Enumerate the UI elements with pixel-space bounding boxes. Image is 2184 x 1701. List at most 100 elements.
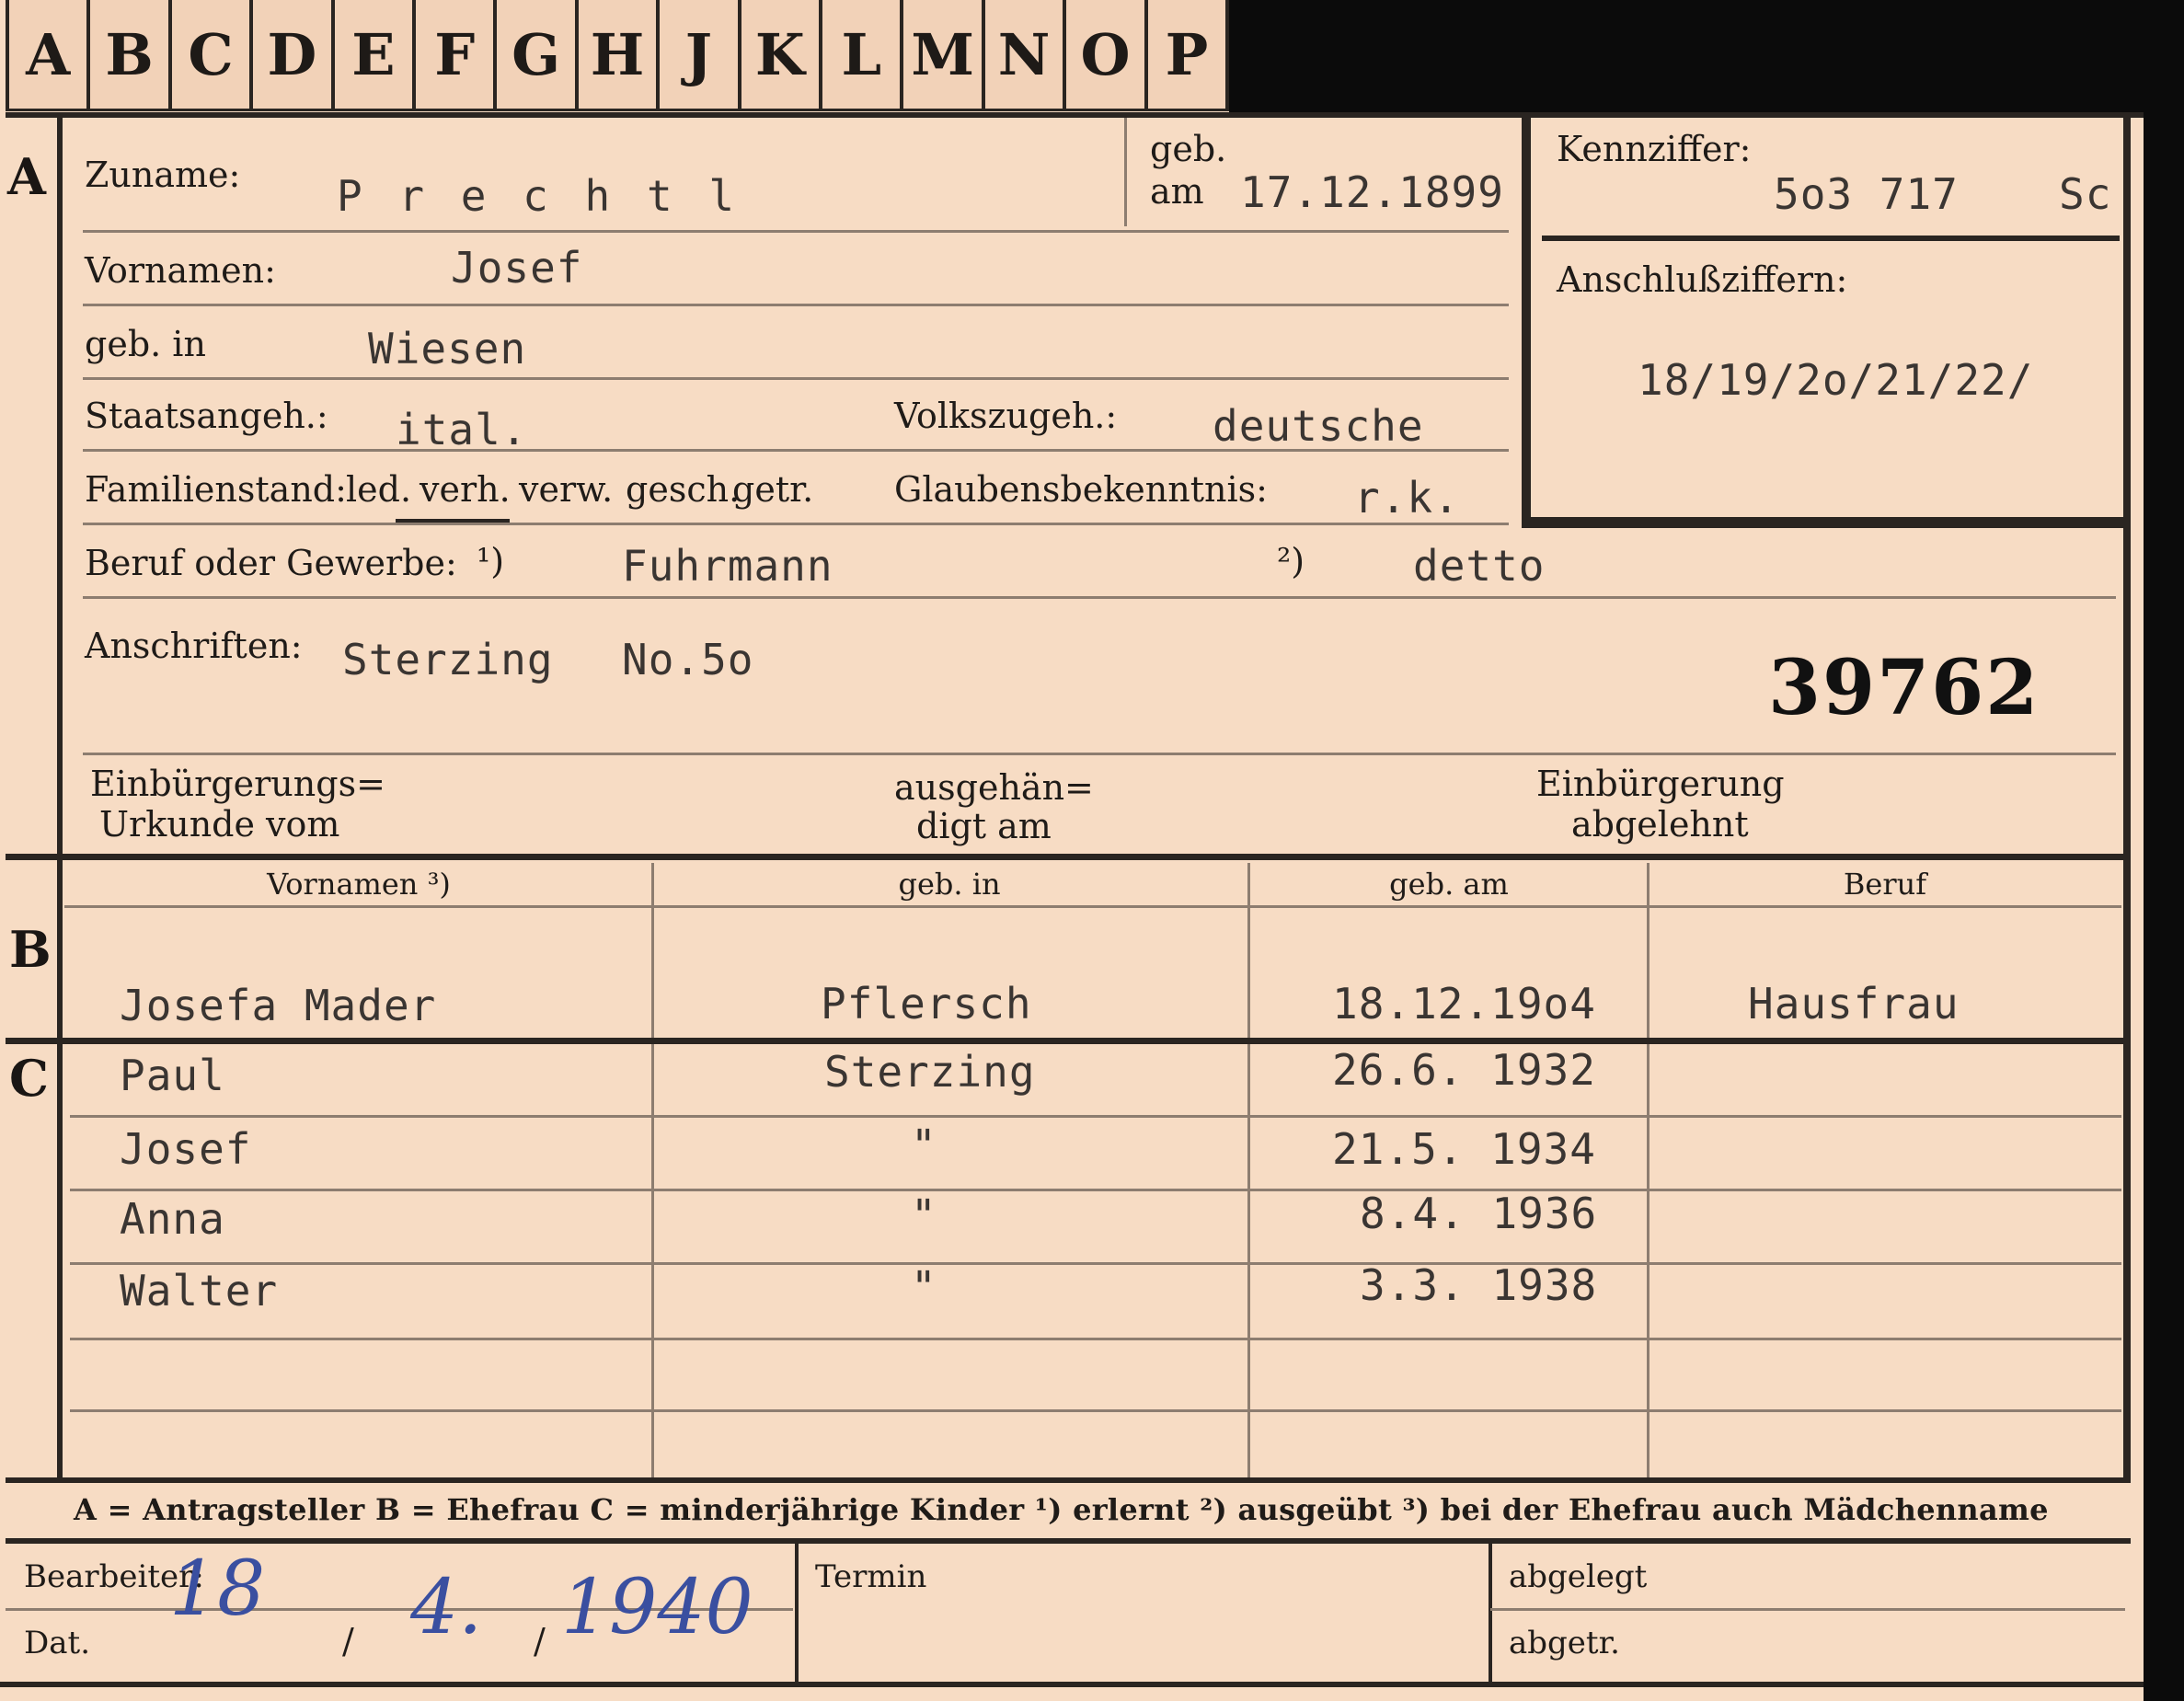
stamp-number: 39762 (1768, 644, 2040, 732)
header-underline (64, 905, 2121, 908)
bottom-rule (0, 1682, 2144, 1687)
handed-label-line1: ausgehän= (894, 767, 1094, 808)
column-header-birthplace: geb. in (898, 867, 1001, 902)
child-birthdate: 3.3. 1938 (1360, 1260, 1598, 1310)
id-box-left-border (1522, 118, 1531, 528)
child-birthplace: " (911, 1121, 937, 1170)
id-number: 5o3 717 (1774, 169, 1959, 219)
naturalization-label-line1: Einbürgerungs= (90, 764, 385, 804)
address-value: Sterzing (342, 635, 554, 684)
index-tab-h[interactable]: H (578, 0, 661, 111)
column-header-birthdate: geb. am (1389, 867, 1509, 902)
index-tab-g[interactable]: G (497, 0, 579, 111)
column-header-first-names: Vornamen ³) (267, 867, 451, 902)
legend-bottom-rule (6, 1538, 2131, 1544)
index-tab-f[interactable]: F (416, 0, 498, 111)
born-label-line1: geb. (1150, 129, 1227, 169)
naturalization-label-line2: Urkunde vom (99, 804, 340, 845)
legend-top-rule (6, 1477, 2131, 1483)
child-name: Anna (120, 1194, 225, 1244)
birthdate-divider (1124, 118, 1127, 226)
birthplace-value: Wiesen (368, 324, 527, 374)
row-line (83, 377, 1509, 380)
attach-numbers: 18/19/2o/21/22/ (1638, 355, 2034, 405)
index-tab-e[interactable]: E (334, 0, 417, 111)
marital-option-verwitwet: verw. (519, 469, 614, 510)
refused-label-line1: Einbürgerung (1536, 764, 1785, 804)
deadline-label: Termin (815, 1558, 927, 1595)
index-tab-d[interactable]: D (253, 0, 335, 111)
address-number: No.5o (622, 635, 754, 684)
id-suffix: Sc (2059, 169, 2112, 219)
footer-column-divider (795, 1544, 799, 1682)
child-name: Walter (120, 1266, 279, 1316)
spouse-name: Josefa Mader (120, 981, 437, 1030)
child-birthdate: 8.4. 1936 (1360, 1189, 1598, 1238)
child-name: Josef (120, 1124, 252, 1174)
row-line (70, 1338, 2121, 1340)
id-box-bottom-border (1522, 517, 2125, 528)
row-line (83, 230, 1509, 233)
column-divider (1247, 863, 1250, 1477)
row-line (70, 1189, 2121, 1191)
section-c-top-rule (6, 1038, 2131, 1044)
child-birthplace: Sterzing (824, 1047, 1036, 1097)
religion-value: r.k. (1354, 473, 1460, 523)
marital-option-verheiratet: verh. (420, 469, 511, 510)
marital-option-ledig: led. (346, 469, 412, 510)
section-b-letter: B (9, 920, 52, 979)
spouse-occupation: Hausfrau (1748, 979, 1960, 1029)
index-tab-p[interactable]: P (1147, 0, 1230, 111)
address-label: Anschriften: (85, 626, 303, 666)
index-tab-m[interactable]: M (903, 0, 985, 111)
occupation-learned-value: Fuhrmann (622, 541, 833, 591)
religion-label: Glaubensbekenntnis: (894, 469, 1268, 510)
column-divider (1647, 863, 1649, 1477)
footer-column-divider (1489, 1544, 1492, 1682)
index-tab-b[interactable]: B (90, 0, 172, 111)
row-line (70, 1409, 2121, 1412)
index-tab-a[interactable]: A (6, 0, 91, 111)
section-a-letter: A (7, 147, 46, 206)
refused-label-line2: abgelehnt (1571, 804, 1749, 845)
occupation-label: Beruf oder Gewerbe: (85, 543, 457, 583)
child-birthdate: 26.6. 1932 (1332, 1045, 1596, 1095)
row-line (83, 304, 1509, 306)
index-tab-o[interactable]: O (1066, 0, 1148, 111)
born-label-line2: am (1150, 171, 1204, 212)
section-b-top-rule (6, 854, 2131, 860)
note2-mark: ²) (1277, 541, 1305, 581)
surname-value: P r e c h t l (337, 171, 741, 221)
top-rule (6, 112, 2144, 118)
index-tab-j[interactable]: J (660, 0, 741, 111)
ethnicity-value: deutsche (1213, 401, 1424, 451)
marital-option-getrennt: getr. (732, 469, 814, 510)
row-line (70, 1115, 2121, 1118)
filed-label: abgelegt (1509, 1558, 1648, 1595)
citizenship-value: ital. (396, 405, 528, 454)
child-birthplace: " (911, 1262, 937, 1312)
first-names-value: Josef (451, 243, 583, 293)
index-tab-c[interactable]: C (171, 0, 254, 111)
spouse-birthplace: Pflersch (821, 979, 1032, 1029)
surname-label: Zuname: (85, 155, 241, 195)
handwritten-day: 18 (169, 1546, 266, 1633)
birthplace-label: geb. in (85, 324, 206, 364)
child-name: Paul (120, 1051, 225, 1100)
detached-label: abgetr. (1509, 1625, 1620, 1661)
handwritten-year: 1940 (561, 1564, 753, 1651)
handwritten-month: 4. (410, 1564, 483, 1651)
first-names-label: Vornamen: (85, 250, 276, 291)
child-birthdate: 21.5. 1934 (1332, 1124, 1596, 1174)
row-line (83, 596, 2116, 599)
handed-label-line2: digt am (916, 806, 1052, 846)
footer-divider (1490, 1608, 2125, 1611)
section-c-letter: C (9, 1049, 49, 1108)
marital-selected-underline (396, 519, 510, 523)
right-border (2123, 118, 2131, 1479)
index-tab-n[interactable]: N (984, 0, 1067, 111)
marital-option-geschieden: gesch. (626, 469, 741, 510)
note1-mark: ¹) (477, 541, 505, 581)
index-tab-l[interactable]: L (822, 0, 904, 111)
index-tab-k[interactable]: K (741, 0, 823, 111)
